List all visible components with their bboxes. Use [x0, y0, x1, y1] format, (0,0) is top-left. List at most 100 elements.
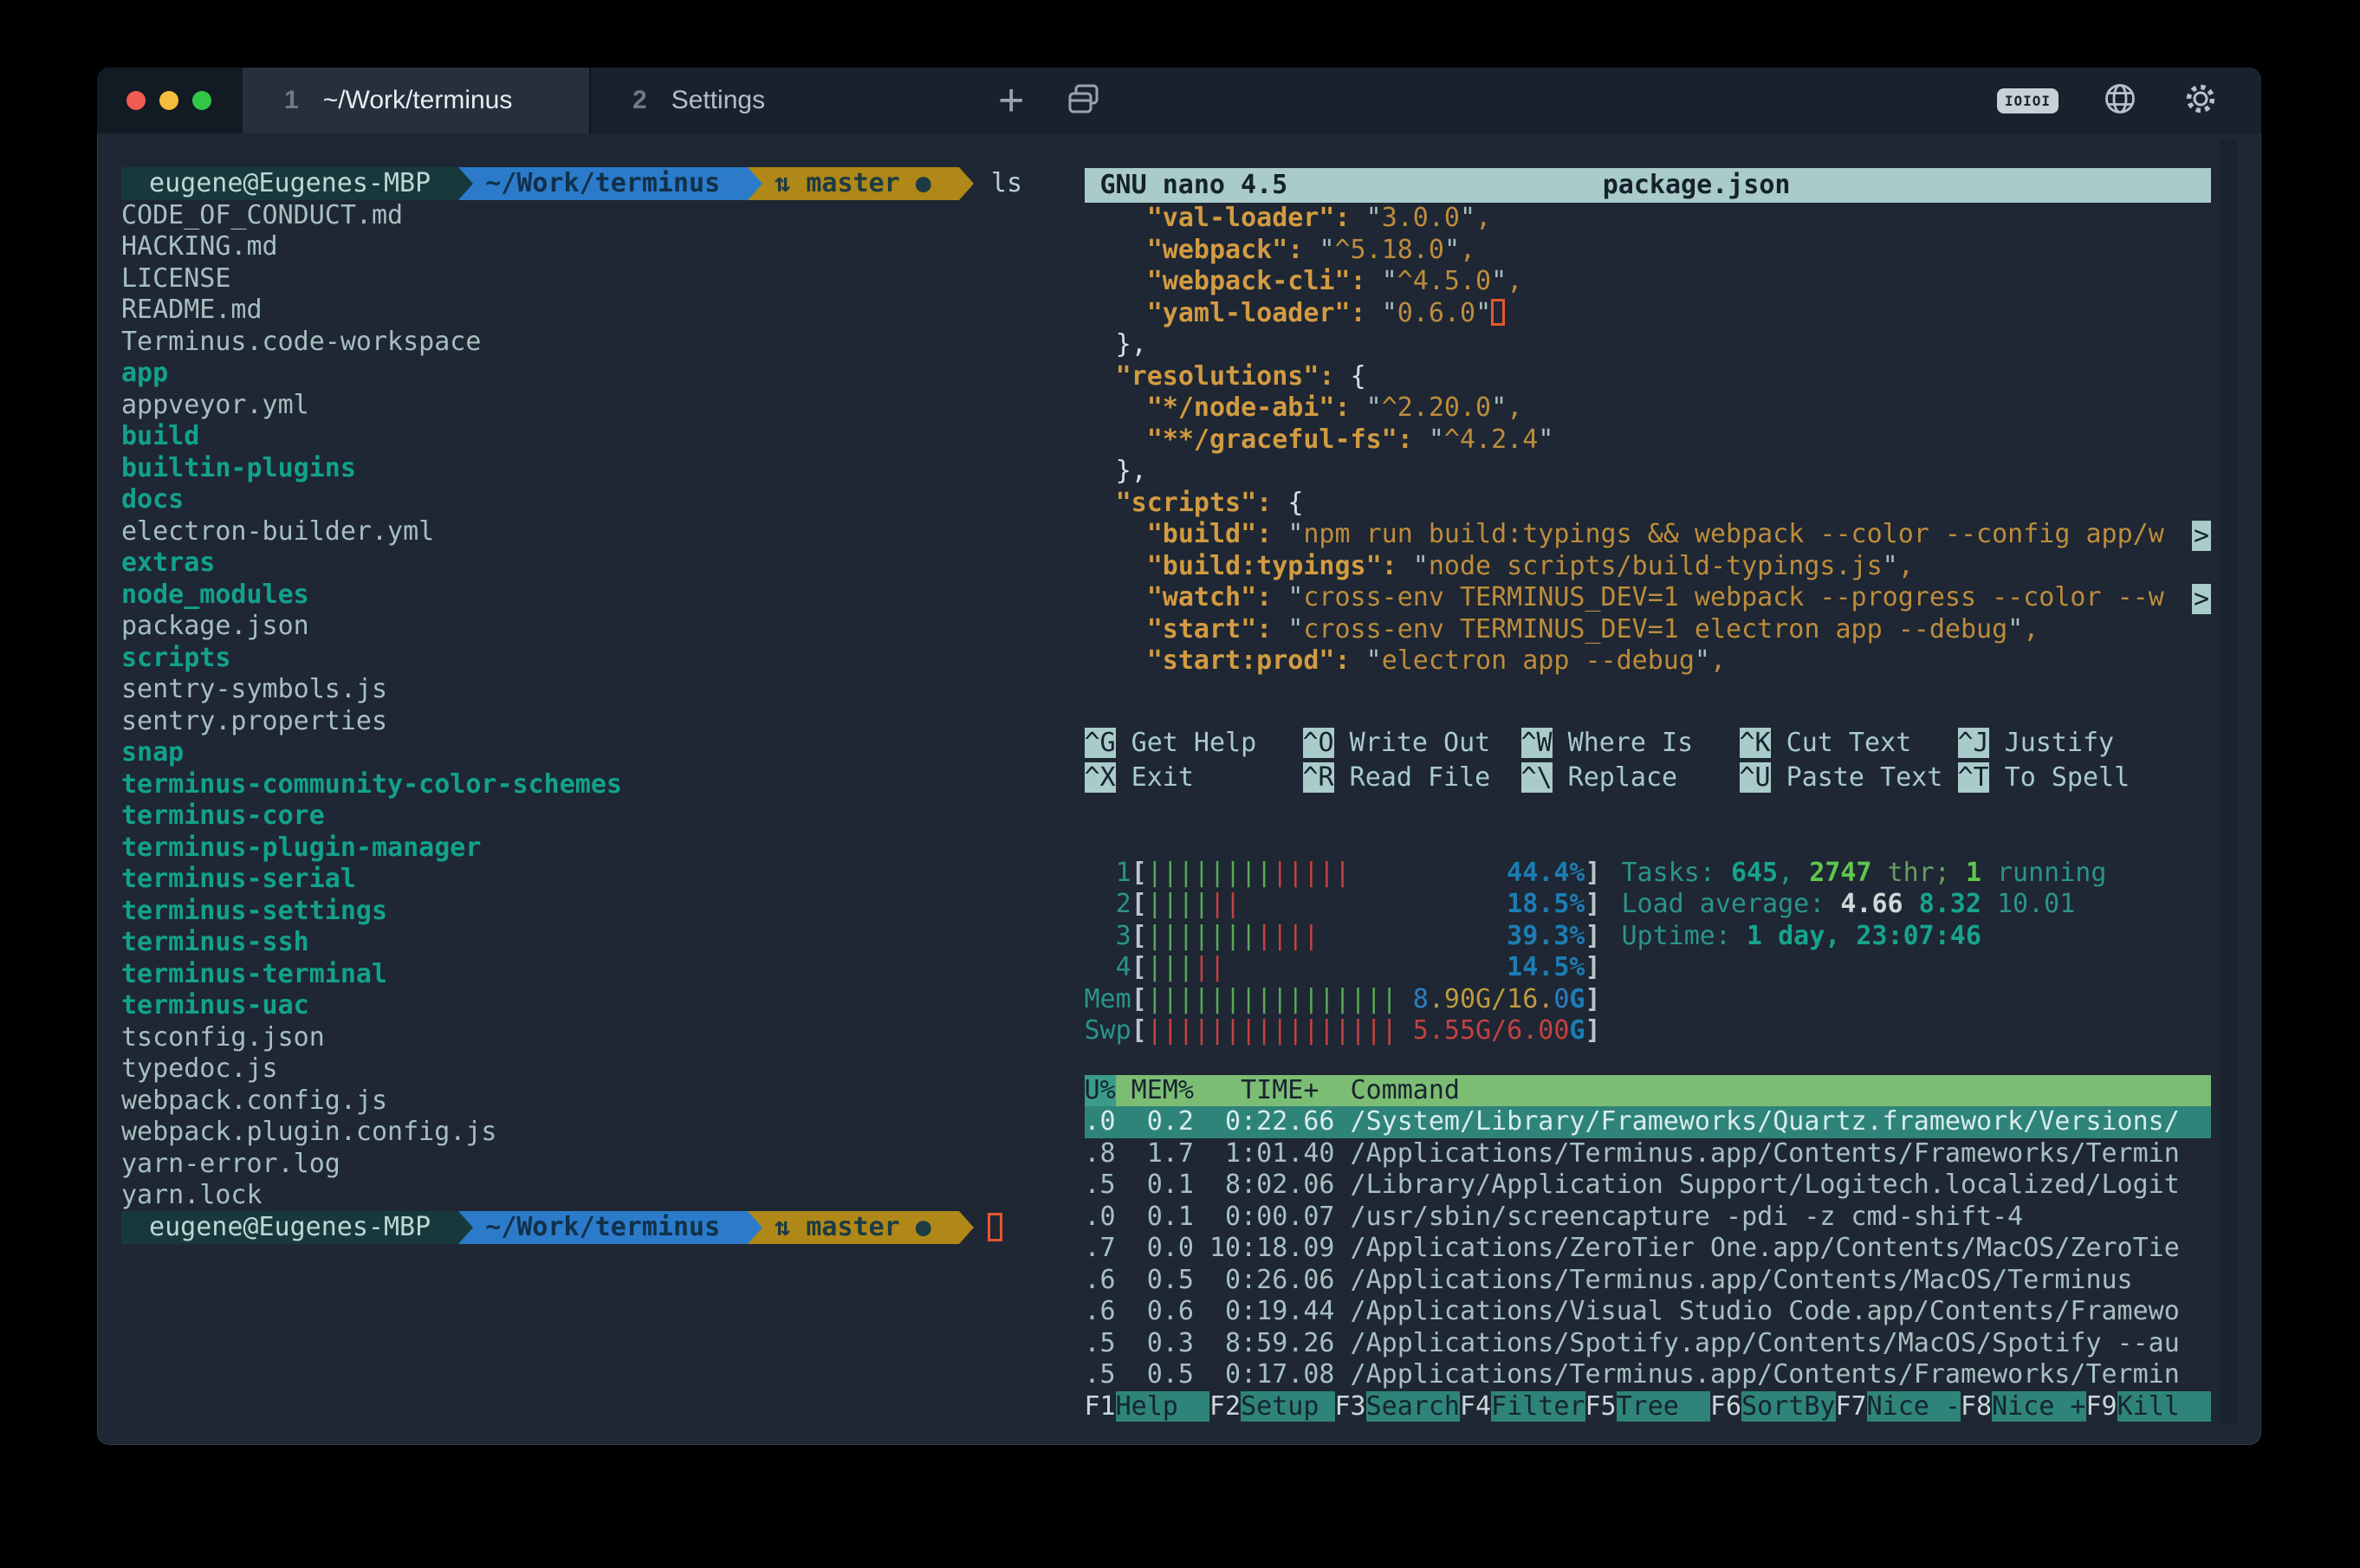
token-pct: 39.3%: [1507, 921, 1585, 953]
scrollbar-track[interactable]: [2220, 140, 2237, 1424]
fkey-label: Search: [1366, 1391, 1460, 1422]
fkey-sortby[interactable]: F6SortBy: [1710, 1391, 1836, 1423]
process-table-header[interactable]: U% MEM% TIME+ Command: [1085, 1075, 2212, 1107]
shortcut-key: ^G: [1085, 728, 1116, 758]
process-row[interactable]: .5 0.3 8:59.26 /Applications/Spotify.app…: [1085, 1328, 2212, 1360]
meter-bars: ||: [1194, 952, 1225, 984]
file-entry: HACKING.md: [121, 231, 1085, 263]
nano-line: "build:typings": "node scripts/build-typ…: [1085, 551, 2212, 583]
shortcut-label: Where Is: [1553, 728, 1694, 758]
token-q: ": [1366, 392, 1382, 423]
tab-number: 1: [284, 86, 299, 115]
fkey-filter[interactable]: F4Filter: [1460, 1391, 1585, 1423]
zoom-button[interactable]: [192, 91, 211, 110]
fkey-nice--[interactable]: F7Nice -: [1836, 1391, 1961, 1423]
prompt-git-segment: ⇅ master ●: [762, 1211, 959, 1244]
traffic-lights: [97, 68, 243, 133]
token-teal: 10.01: [1997, 889, 2075, 919]
nano-version: GNU nano 4.5: [1100, 170, 1288, 202]
token-k: "scripts":: [1116, 488, 1288, 518]
process-row[interactable]: .8 1.7 1:01.40 /Applications/Terminus.ap…: [1085, 1138, 2212, 1170]
token-blueb: G: [1569, 1015, 1585, 1047]
swap-meter: Swp[||||||||||||||||5.55G/6.00G]: [1085, 1015, 2212, 1047]
fkey-tree[interactable]: F5Tree: [1585, 1391, 1711, 1423]
terminal-pane-left[interactable]: eugene@Eugenes-MBP ~/Work/terminus ⇅ mas…: [97, 133, 1085, 1445]
directory-entry: terminus-serial: [121, 864, 1085, 896]
token-t: [1085, 329, 1116, 360]
token-k: "webpack-cli":: [1147, 266, 1382, 296]
serial-ports-icon[interactable]: IOIOI: [1997, 88, 2059, 113]
token-v: node scripts/build-typings.js: [1429, 551, 1883, 581]
tab-settings[interactable]: 2 Settings: [589, 68, 976, 133]
fkey-label: Filter: [1491, 1391, 1585, 1422]
terminal-pane-right[interactable]: GNU nano 4.5 package.json "val-loader": …: [1085, 133, 2262, 1445]
directory-entry: node_modules: [121, 580, 1085, 612]
token-blue: 8: [1413, 984, 1429, 1016]
nano-shortcut-exit: ^X Exit: [1085, 762, 1303, 797]
token-t: [1085, 551, 1147, 581]
minimize-button[interactable]: [159, 91, 178, 110]
meter-bars: ||||||||: [1147, 858, 1273, 890]
token-t: [1085, 392, 1147, 423]
token-t: [1085, 424, 1147, 455]
fkey-setup[interactable]: F2Setup: [1209, 1391, 1335, 1423]
file-entry: Terminus.code-workspace: [121, 327, 1085, 359]
token-greenb: 2747: [1809, 858, 1871, 888]
token-teal: Uptime:: [1622, 921, 1747, 951]
process-row[interactable]: .5 0.1 8:02.06 /Library/Application Supp…: [1085, 1170, 2212, 1202]
fkey-number: F9: [2086, 1391, 2117, 1422]
token-v: ,: [1507, 266, 1522, 296]
nano-titlebar: GNU nano 4.5 package.json: [1085, 168, 2212, 203]
token-v: ^5.18.0: [1335, 235, 1444, 265]
process-row[interactable]: .7 0.0 10:18.09 /Applications/ZeroTier O…: [1085, 1233, 2212, 1265]
nano-line: "*/node-abi": "^2.20.0",: [1085, 392, 2212, 424]
line-truncated-icon: >: [2192, 521, 2211, 551]
settings-gear-icon[interactable]: [2182, 80, 2220, 122]
split-tabs-icon[interactable]: [1064, 80, 1102, 122]
nano-line: "start:prod": "electron app --debug",: [1085, 645, 2212, 677]
fkey-nice-+[interactable]: F8Nice +: [1961, 1391, 2086, 1423]
meter-bars: ||||||||||||||||: [1147, 1015, 1397, 1047]
fkey-label: Setup: [1241, 1391, 1334, 1422]
token-q: ": [2007, 614, 2023, 645]
process-row-selected[interactable]: .0 0.2 0:22.66 /System/Library/Framework…: [1085, 1106, 2212, 1138]
token-q: ": [1475, 298, 1491, 328]
fkey-kill[interactable]: F9Kill: [2086, 1391, 2212, 1423]
process-row[interactable]: .6 0.5 0:26.06 /Applications/Terminus.ap…: [1085, 1265, 2212, 1297]
powerline-arrow: [959, 1211, 974, 1244]
token-b: },: [1116, 329, 1147, 360]
fkey-label: SortBy: [1741, 1391, 1835, 1422]
nano-editor: "val-loader": "3.0.0", "webpack": "^5.18…: [1085, 203, 2212, 677]
fkey-number: F5: [1585, 1391, 1617, 1422]
token-v: ^2.20.0: [1382, 392, 1491, 423]
fkey-help[interactable]: F1Help: [1085, 1391, 1210, 1423]
fkey-search[interactable]: F3Search: [1335, 1391, 1461, 1423]
shortcut-key: ^T: [1958, 762, 1989, 793]
directory-entry: docs: [121, 484, 1085, 516]
close-button[interactable]: [126, 91, 146, 110]
shortcut-key: ^\: [1521, 762, 1553, 793]
token-q: ": [1429, 424, 1444, 455]
token-q: ": [1444, 235, 1460, 265]
sort-column-header[interactable]: U%: [1085, 1075, 1116, 1107]
process-row[interactable]: .5 0.5 0:17.08 /Applications/Terminus.ap…: [1085, 1359, 2212, 1391]
meter-bars: ||||||||||||||||: [1147, 984, 1397, 1016]
globe-icon[interactable]: [2102, 81, 2138, 121]
token-k: "*/node-abi":: [1147, 392, 1366, 423]
process-row[interactable]: .6 0.6 0:19.44 /Applications/Visual Stud…: [1085, 1296, 2212, 1328]
token-k: "yaml-loader":: [1147, 298, 1382, 328]
token-t: [1085, 298, 1147, 328]
token-q: ": [1883, 551, 1898, 581]
file-entry: CODE_OF_CONDUCT.md: [121, 200, 1085, 232]
new-tab-button[interactable]: +: [998, 83, 1024, 118]
powerline-arrow: [458, 167, 473, 200]
prompt-path-segment: ~/Work/terminus: [473, 167, 748, 200]
table-columns-header: MEM% TIME+ Command: [1116, 1075, 2211, 1107]
token-greenb: 1: [1966, 858, 1981, 888]
meter-label: 3: [1085, 921, 1131, 953]
tab-work-terminus[interactable]: 1 ~/Work/terminus: [243, 68, 589, 133]
token-q: ": [1287, 519, 1303, 549]
process-row[interactable]: .0 0.1 0:00.07 /usr/sbin/screencapture -…: [1085, 1202, 2212, 1234]
nano-line: "resolutions": {: [1085, 361, 2212, 393]
nano-line: "start": "cross-env TERMINUS_DEV=1 elect…: [1085, 614, 2212, 646]
